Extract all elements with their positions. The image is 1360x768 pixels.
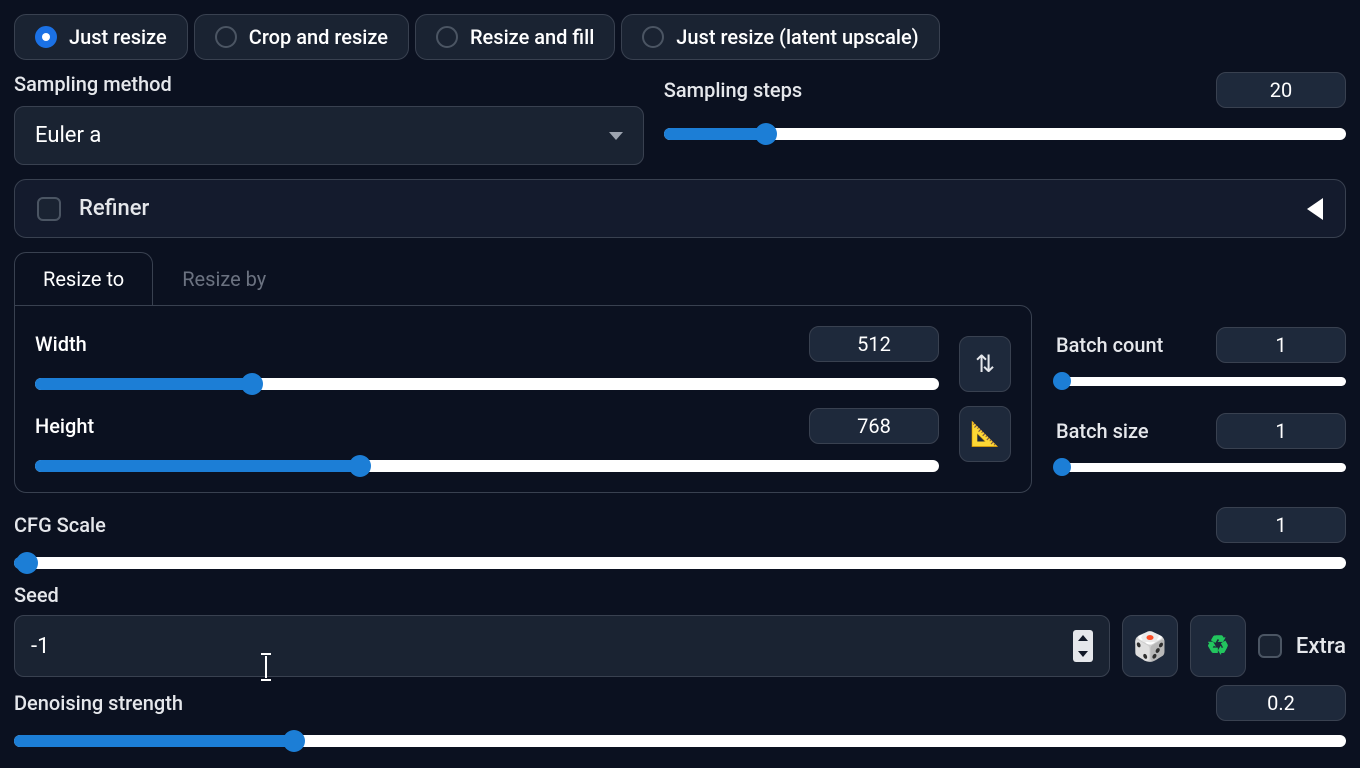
radio-circle-icon: [35, 26, 57, 48]
slider-thumb[interactable]: [349, 455, 371, 477]
slider-thumb[interactable]: [1053, 458, 1071, 476]
radio-label: Resize and fill: [470, 25, 594, 49]
recycle-icon: ♻: [1206, 631, 1229, 661]
radio-circle-icon: [436, 26, 458, 48]
slider-fill: [664, 128, 766, 140]
seed-label: Seed: [14, 583, 59, 607]
reuse-seed-button[interactable]: ♻: [1190, 615, 1246, 677]
radio-crop-and-resize[interactable]: Crop and resize: [194, 14, 409, 60]
slider-thumb[interactable]: [16, 552, 38, 574]
batch-count-slider[interactable]: [1056, 377, 1346, 386]
radio-label: Just resize (latent upscale): [676, 25, 918, 49]
radio-just-resize-latent[interactable]: Just resize (latent upscale): [621, 14, 939, 60]
batch-count-input[interactable]: 1: [1216, 327, 1346, 363]
sampling-steps-label: Sampling steps: [664, 78, 802, 102]
batch-count-label: Batch count: [1056, 333, 1163, 357]
radio-circle-icon: [642, 26, 664, 48]
height-slider[interactable]: [35, 460, 939, 472]
dimensions-panel: Width 512 Height 768: [14, 305, 1032, 493]
cfg-scale-slider[interactable]: [14, 557, 1346, 569]
slider-thumb[interactable]: [755, 123, 777, 145]
refiner-checkbox[interactable]: [37, 197, 61, 221]
batch-size-slider[interactable]: [1056, 463, 1346, 472]
sampling-steps-slider[interactable]: [664, 128, 1346, 140]
batch-column: Batch count 1 Batch size 1: [1056, 305, 1346, 493]
width-input[interactable]: 512: [809, 326, 939, 362]
slider-thumb[interactable]: [283, 730, 305, 752]
cfg-scale-label: CFG Scale: [14, 513, 106, 537]
collapse-arrow-icon[interactable]: [1307, 198, 1323, 220]
resize-tabs: Resize to Resize by: [14, 252, 1346, 305]
resize-mode-radio-group: Just resize Crop and resize Resize and f…: [14, 14, 1346, 60]
batch-size-label: Batch size: [1056, 419, 1149, 443]
aspect-ratio-button[interactable]: 📐: [959, 406, 1011, 462]
sampling-method-value: Euler a: [35, 123, 101, 148]
slider-fill: [35, 378, 252, 390]
slider-fill: [35, 460, 360, 472]
slider-thumb[interactable]: [241, 373, 263, 395]
radio-circle-icon: [215, 26, 237, 48]
tab-resize-to[interactable]: Resize to: [14, 252, 153, 305]
refiner-label: Refiner: [79, 196, 149, 221]
swap-vertical-icon: ⇅: [975, 350, 995, 378]
radio-resize-and-fill[interactable]: Resize and fill: [415, 14, 615, 60]
dice-icon: 🎲: [1132, 630, 1167, 663]
sampling-steps-input[interactable]: 20: [1216, 72, 1346, 108]
radio-label: Crop and resize: [249, 25, 388, 49]
denoise-input[interactable]: 0.2: [1216, 685, 1346, 721]
sampling-method-select[interactable]: Euler a: [14, 106, 644, 165]
seed-extra-label: Extra: [1296, 634, 1346, 659]
chevron-down-icon: [609, 132, 623, 140]
slider-fill: [14, 735, 294, 747]
height-input[interactable]: 768: [809, 408, 939, 444]
denoise-label: Denoising strength: [14, 691, 183, 715]
random-seed-button[interactable]: 🎲: [1122, 615, 1178, 677]
refiner-accordion[interactable]: Refiner: [14, 179, 1346, 238]
seed-input[interactable]: -1: [14, 615, 1110, 677]
seed-value: -1: [31, 634, 49, 659]
sampling-method-label: Sampling method: [14, 72, 644, 96]
text-cursor-icon: [265, 656, 267, 678]
triangle-ruler-icon: 📐: [970, 420, 1000, 448]
seed-extra-checkbox[interactable]: [1258, 634, 1282, 658]
height-label: Height: [35, 414, 94, 438]
cfg-scale-input[interactable]: 1: [1216, 507, 1346, 543]
width-label: Width: [35, 332, 87, 356]
radio-label: Just resize: [69, 25, 167, 49]
swap-dimensions-button[interactable]: ⇅: [959, 336, 1011, 392]
slider-thumb[interactable]: [1053, 372, 1071, 390]
denoise-slider[interactable]: [14, 735, 1346, 747]
width-slider[interactable]: [35, 378, 939, 390]
batch-size-input[interactable]: 1: [1216, 413, 1346, 449]
number-spinner-icon[interactable]: [1073, 630, 1093, 662]
radio-just-resize[interactable]: Just resize: [14, 14, 188, 60]
tab-resize-by[interactable]: Resize by: [153, 252, 295, 305]
